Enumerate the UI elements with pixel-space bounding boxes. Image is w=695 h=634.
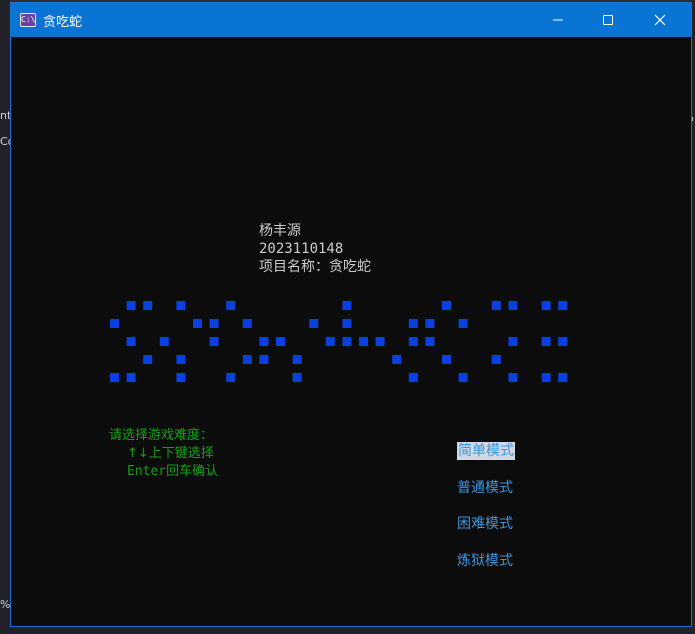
logo-pixel <box>176 355 186 364</box>
logo-pixel <box>558 301 568 310</box>
console-scrollbar[interactable] <box>688 37 691 626</box>
logo-pixel <box>193 319 202 328</box>
close-icon <box>654 14 666 26</box>
logo-pixel <box>392 355 402 364</box>
close-button[interactable] <box>637 3 683 37</box>
logo-pixel <box>176 373 186 382</box>
logo-pixel <box>508 301 518 310</box>
logo-pixel <box>342 319 352 328</box>
logo-pixel <box>126 337 136 346</box>
logo-pixel <box>541 373 551 382</box>
logo-pixel <box>408 373 418 382</box>
logo-pixel <box>508 337 518 346</box>
logo-pixel <box>408 337 418 346</box>
logo-pixel <box>242 319 252 328</box>
maximize-icon <box>603 15 613 25</box>
logo-pixel <box>558 337 568 346</box>
logo-pixel <box>442 355 451 364</box>
logo-pixel <box>126 373 136 382</box>
logo-pixel <box>508 373 518 382</box>
logo-pixel <box>176 301 186 310</box>
logo-pixel <box>375 337 385 346</box>
logo-pixel <box>541 301 551 310</box>
logo-pixel <box>458 319 468 328</box>
console-app-icon: C:\ <box>20 13 36 27</box>
logo-pixel <box>259 337 269 346</box>
title-bar[interactable]: C:\ 贪吃蛇 <box>11 3 691 37</box>
logo-pixel <box>209 319 219 328</box>
logo-pixel <box>259 355 269 364</box>
maximize-button[interactable] <box>585 3 631 37</box>
arrow-key-hint: ↑↓上下键选择 <box>127 446 214 461</box>
logo-pixel <box>408 319 418 328</box>
menu-item-easy[interactable]: 简单模式 <box>457 442 515 460</box>
logo-pixel <box>110 373 119 382</box>
logo-pixel <box>458 373 468 382</box>
desktop-background-left <box>0 0 10 634</box>
logo-pixel <box>442 301 451 310</box>
logo-pixel <box>226 373 236 382</box>
logo-pixel <box>242 355 252 364</box>
minimize-icon <box>553 19 563 21</box>
logo-pixel <box>292 355 302 364</box>
menu-item-hell[interactable]: 炼狱模式 <box>457 552 513 570</box>
logo-pixel <box>126 301 136 310</box>
logo-pixel <box>491 301 501 310</box>
logo-pixel <box>425 319 435 328</box>
background-text-fragment: % <box>0 598 11 611</box>
logo-pixel <box>359 337 368 346</box>
logo-pixel <box>110 319 119 328</box>
menu-item-normal[interactable]: 普通模式 <box>457 479 513 497</box>
logo-pixel <box>425 337 435 346</box>
logo-pixel <box>226 301 236 310</box>
logo-pixel <box>325 337 335 346</box>
logo-pixel <box>558 373 568 382</box>
difficulty-prompt: 请选择游戏难度： <box>109 428 214 443</box>
logo-pixel <box>342 337 352 346</box>
logo-pixel <box>491 355 501 364</box>
logo-pixel <box>276 337 285 346</box>
snake-pixel-logo <box>110 301 568 382</box>
logo-pixel <box>143 355 153 364</box>
console-area: 杨丰源 2023110148 项目名称：贪吃蛇 请选择游戏难度： ↑↓上下键选择… <box>11 37 691 626</box>
logo-pixel <box>292 373 302 382</box>
window-title: 贪吃蛇 <box>43 15 83 30</box>
logo-pixel <box>159 337 169 346</box>
logo-pixel <box>143 301 153 310</box>
menu-item-hard[interactable]: 困难模式 <box>457 515 513 533</box>
logo-pixel <box>541 337 551 346</box>
logo-pixel <box>209 337 219 346</box>
enter-key-hint: Enter回车确认 <box>127 464 219 479</box>
console-window: C:\ 贪吃蛇 杨丰源 2023110148 项目名称：贪吃蛇 请选择游戏难度：… <box>10 2 692 627</box>
logo-pixel <box>342 301 352 310</box>
logo-pixel <box>309 319 319 328</box>
minimize-button[interactable] <box>535 3 581 37</box>
